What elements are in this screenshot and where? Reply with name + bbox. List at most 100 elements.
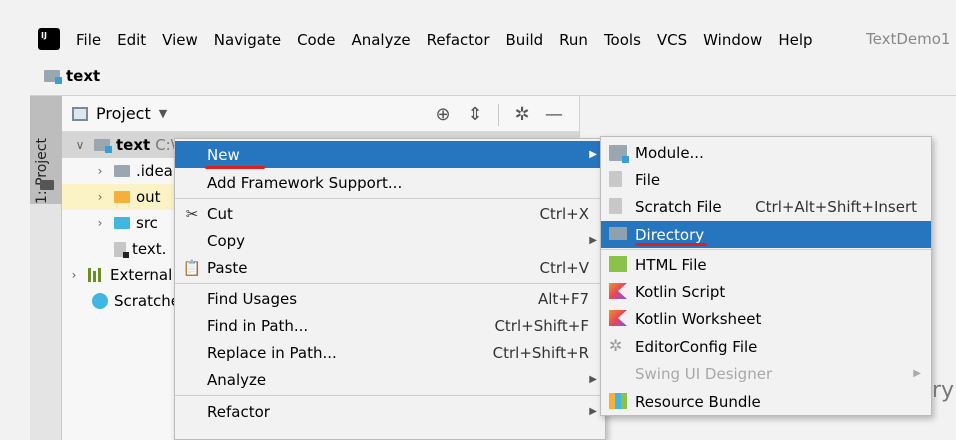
html-file-icon: [609, 256, 627, 272]
project-panel-header: Project ▼ ⊕ ⇕ ✲ —: [62, 96, 579, 132]
menu-build[interactable]: Build: [498, 30, 552, 50]
context-item-refactor[interactable]: Refactor ▶: [175, 398, 605, 425]
menu-edit[interactable]: Edit: [109, 30, 154, 50]
new-item-editorconfig[interactable]: ✲ EditorConfig File: [601, 333, 931, 360]
collapse-all-icon[interactable]: ⇕: [466, 105, 484, 125]
context-item-cut[interactable]: ✂ Cut Ctrl+X: [175, 200, 605, 227]
project-view-icon: [72, 106, 88, 121]
submenu-arrow-icon: ▶: [589, 374, 597, 385]
tree-label: .idea: [136, 162, 173, 180]
menu-navigate[interactable]: Navigate: [206, 30, 289, 50]
menu-file[interactable]: File: [68, 30, 109, 50]
locate-icon[interactable]: ⊕: [434, 105, 452, 125]
context-item-paste[interactable]: 📋 Paste Ctrl+V: [175, 254, 605, 281]
menu-item-shortcut: Ctrl+Alt+Shift+Insert: [755, 197, 917, 216]
menu-item-label: Directory: [635, 225, 705, 244]
menu-tools[interactable]: Tools: [596, 30, 649, 50]
context-item-new[interactable]: New ▶: [175, 141, 605, 168]
annotation-underline: [635, 243, 707, 246]
tree-path: C:\: [155, 136, 176, 154]
menu-item-label: Refactor: [207, 402, 270, 421]
chevron-right-icon[interactable]: ›: [92, 190, 108, 204]
menu-item-label: Find Usages: [207, 289, 298, 308]
chevron-down-icon[interactable]: ▼: [159, 107, 167, 120]
chevron-right-icon[interactable]: ›: [66, 268, 82, 282]
menu-item-label: Kotlin Worksheet: [635, 309, 762, 328]
menu-item-label: Resource Bundle: [635, 392, 761, 411]
menu-item-shortcut: Alt+F7: [537, 289, 589, 308]
new-item-scratch-file[interactable]: Scratch File Ctrl+Alt+Shift+Insert: [601, 193, 931, 220]
chevron-right-icon[interactable]: ›: [92, 164, 108, 178]
menu-run[interactable]: Run: [551, 30, 596, 50]
context-item-add-framework[interactable]: Add Framework Support...: [175, 169, 605, 196]
tree-label: text.: [132, 240, 167, 258]
library-icon: [88, 268, 104, 282]
folder-icon: [40, 180, 54, 190]
menu-item-label: Paste: [207, 258, 248, 277]
menu-item-label: Cut: [207, 204, 233, 223]
context-item-analyze[interactable]: Analyze ▶: [175, 366, 605, 393]
menu-item-label: HTML File: [635, 255, 707, 274]
editor-background-text-fragment: ry: [932, 378, 955, 403]
new-item-file[interactable]: File: [601, 166, 931, 193]
menu-item-label: Find in Path...: [207, 316, 309, 335]
context-item-find-usages[interactable]: Find Usages Alt+F7: [175, 285, 605, 312]
clipboard-icon: 📋: [182, 258, 202, 277]
menu-item-label: EditorConfig File: [635, 337, 758, 356]
menu-divider: [175, 198, 605, 199]
toolbar-divider: [498, 104, 499, 126]
menu-item-label: Analyze: [207, 370, 267, 389]
module-folder-icon: [94, 139, 112, 153]
project-view-selector[interactable]: Project: [96, 104, 151, 123]
submenu-arrow-icon: ▶: [589, 235, 597, 246]
tree-label: text: [116, 136, 151, 154]
new-item-module[interactable]: Module...: [601, 139, 931, 166]
menu-bar: IJ File Edit View Navigate Code Analyze …: [0, 0, 956, 56]
chevron-right-icon[interactable]: ›: [92, 216, 108, 230]
submenu-arrow-icon: ▶: [913, 368, 921, 379]
gear-icon: ✲: [609, 336, 623, 355]
menu-analyze[interactable]: Analyze: [343, 30, 418, 50]
tree-label: Scratche: [114, 292, 180, 310]
window-title: TextDemo1: [866, 30, 951, 48]
context-item-replace-in-path[interactable]: Replace in Path... Ctrl+Shift+R: [175, 339, 605, 366]
breadcrumb-project[interactable]: text: [66, 67, 100, 85]
panel-toolbar: ⊕ ⇕ ✲ —: [434, 104, 563, 126]
excluded-folder-icon: [114, 191, 130, 203]
new-item-swing-ui-designer[interactable]: Swing UI Designer ▶: [601, 360, 931, 387]
menu-item-label: Copy: [207, 231, 246, 250]
gear-icon[interactable]: ✲: [513, 105, 531, 125]
tree-label: src: [136, 214, 158, 232]
chevron-down-icon[interactable]: ∨: [72, 138, 88, 152]
menu-item-label: Add Framework Support...: [207, 173, 403, 192]
context-item-copy[interactable]: Copy ▶: [175, 227, 605, 254]
menu-window[interactable]: Window: [695, 30, 770, 50]
new-item-resource-bundle[interactable]: Resource Bundle: [601, 388, 931, 415]
menu-divider: [175, 283, 605, 284]
new-submenu: Module... File Scratch File Ctrl+Alt+Shi…: [600, 136, 932, 416]
menu-item-label: New: [207, 145, 240, 164]
kotlin-icon: [609, 283, 627, 299]
menu-item-label: Swing UI Designer: [635, 364, 773, 383]
menu-view[interactable]: View: [154, 30, 206, 50]
new-item-kotlin-script[interactable]: Kotlin Script: [601, 278, 931, 305]
tree-label: External: [110, 266, 173, 284]
menu-help[interactable]: Help: [770, 30, 820, 50]
menu-item-label: Scratch File: [635, 197, 722, 216]
module-folder-icon: [44, 69, 62, 84]
intellij-logo-icon: IJ: [36, 26, 62, 52]
minimize-icon[interactable]: —: [545, 105, 563, 125]
menu-vcs[interactable]: VCS: [649, 30, 695, 50]
menu-item-label: Module...: [635, 143, 704, 162]
context-item-find-in-path[interactable]: Find in Path... Ctrl+Shift+F: [175, 312, 605, 339]
menu-item-shortcut: Ctrl+X: [539, 204, 589, 223]
new-item-kotlin-worksheet[interactable]: Kotlin Worksheet: [601, 305, 931, 332]
module-file-icon: [114, 241, 129, 258]
menu-item-shortcut: Ctrl+Shift+R: [492, 343, 589, 362]
submenu-arrow-icon: ▶: [589, 149, 597, 160]
new-item-html-file[interactable]: HTML File: [601, 251, 931, 278]
menu-divider: [175, 395, 605, 396]
menu-item-label: Replace in Path...: [207, 343, 337, 362]
menu-code[interactable]: Code: [289, 30, 343, 50]
menu-refactor[interactable]: Refactor: [419, 30, 498, 50]
